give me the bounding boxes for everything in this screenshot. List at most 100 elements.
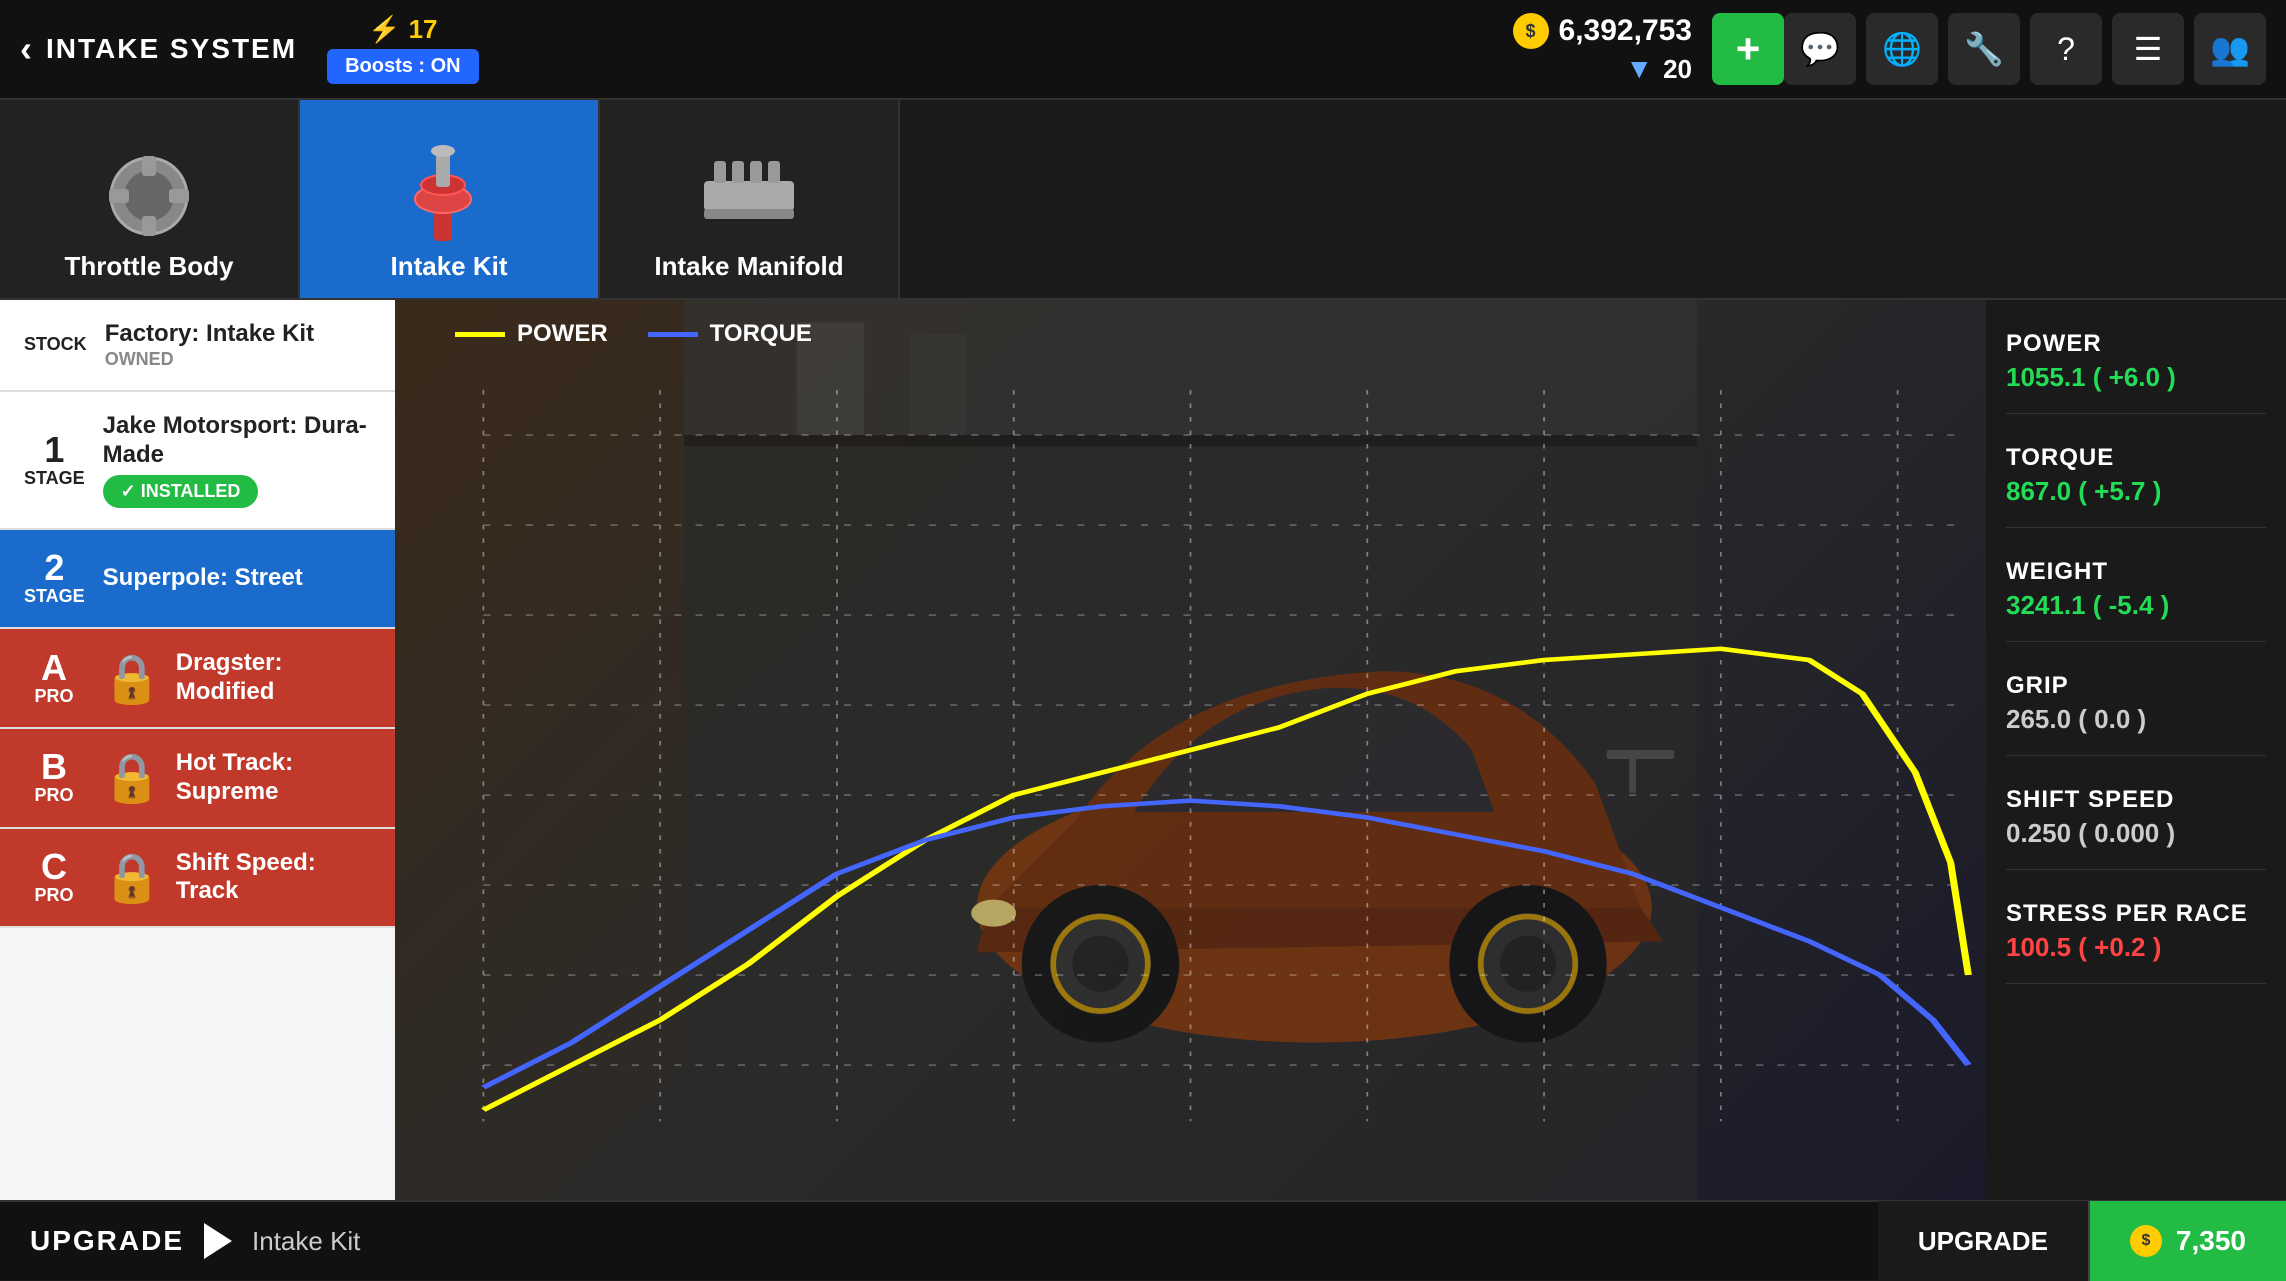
upgrade-list: STOCK Factory: Intake Kit OWNED 1 STAGE … [0, 300, 395, 1200]
upgrade-info-stage2: Superpole: Street [103, 564, 371, 593]
performance-chart [395, 300, 1986, 1200]
stage-badge-b: B PRO [24, 749, 84, 806]
plus-icon: + [1736, 25, 1761, 73]
stage-badge-stock: STOCK [24, 334, 87, 355]
menu-icon-btn[interactable]: ☰ [2112, 13, 2184, 85]
upgrade-label-section: UPGRADE Intake Kit [30, 1223, 360, 1259]
upgrade-item-stock[interactable]: STOCK Factory: Intake Kit OWNED [0, 300, 395, 392]
stage-badge-2: 2 STAGE [24, 550, 85, 607]
stat-stress: STRESS PER RACE 100.5 ( +0.2 ) [2006, 900, 2266, 984]
stat-stress-label: STRESS PER RACE [2006, 900, 2266, 928]
stat-torque: TORQUE 867.0 ( +5.7 ) [2006, 444, 2266, 528]
lightning-icon: ⚡ [368, 14, 400, 45]
lightning-count: ⚡ 17 [368, 14, 437, 45]
globe-icon-btn[interactable]: 🌐 [1866, 13, 1938, 85]
tab-throttle-body[interactable]: Throttle Body [0, 100, 300, 298]
tab-intake-kit-label: Intake Kit [390, 251, 507, 282]
lock-icon-c: 🔒 [102, 849, 162, 906]
gold-currency: $ 6,392,753 [1513, 13, 1692, 49]
upgrade-btn-label: UPGRADE [1878, 1201, 2090, 1281]
stage-badge-c: C PRO [24, 849, 84, 906]
add-button[interactable]: + [1712, 13, 1784, 85]
upgrade-name-stage2: Superpole: Street [103, 564, 371, 593]
page-title: INTAKE SYSTEM [46, 33, 297, 65]
stat-shift-speed-value: 0.250 ( 0.000 ) [2006, 818, 2266, 849]
diamond-amount: 20 [1663, 54, 1692, 85]
upgrade-name-pro-a: Dragster: Modified [176, 649, 371, 707]
upgrade-info-pro-b: Hot Track: Supreme [176, 749, 371, 807]
chart-legend: POWER TORQUE [455, 320, 812, 348]
upgrade-button-group: UPGRADE $ 7,350 [1878, 1201, 2286, 1281]
boost-section: ⚡ 17 Boosts : ON [327, 14, 479, 84]
back-button[interactable]: ‹ INTAKE SYSTEM [20, 28, 297, 70]
stat-power: POWER 1055.1 ( +6.0 ) [2006, 330, 2266, 414]
upgrade-name-pro-c: Shift Speed: Track [176, 849, 371, 907]
lock-icon-b: 🔒 [102, 749, 162, 806]
stat-grip-value: 265.0 ( 0.0 ) [2006, 704, 2266, 735]
upgrade-info-pro-c: Shift Speed: Track [176, 849, 371, 907]
stat-power-label: POWER [2006, 330, 2266, 358]
diamond-currency: ▼ 20 [1625, 53, 1692, 85]
upgrade-name-stage1: Jake Motorsport: Dura-Made [103, 412, 371, 470]
stat-weight: WEIGHT 3241.1 ( -5.4 ) [2006, 558, 2266, 642]
upgrade-item-pro-b[interactable]: B PRO 🔒 Hot Track: Supreme [0, 729, 395, 829]
upgrade-sub-stock: OWNED [105, 349, 371, 370]
stat-grip-label: GRIP [2006, 672, 2266, 700]
tab-intake-kit[interactable]: Intake Kit [300, 100, 600, 298]
intake-manifold-icon [694, 141, 804, 251]
top-bar: ‹ INTAKE SYSTEM ⚡ 17 Boosts : ON $ 6,392… [0, 0, 2286, 100]
top-nav-icons: 💬 🌐 🔧 ? ☰ 👥 [1784, 13, 2266, 85]
upgrade-item-stage1[interactable]: 1 STAGE Jake Motorsport: Dura-Made ✓ INS… [0, 392, 395, 531]
upgrade-info-stage1: Jake Motorsport: Dura-Made ✓ INSTALLED [103, 412, 371, 509]
stat-shift-speed-label: SHIFT SPEED [2006, 786, 2266, 814]
stat-shift-speed: SHIFT SPEED 0.250 ( 0.000 ) [2006, 786, 2266, 870]
wrench-icon-btn[interactable]: 🔧 [1948, 13, 2020, 85]
stage-badge-1: 1 STAGE [24, 432, 85, 489]
upgrade-item-pro-c[interactable]: C PRO 🔒 Shift Speed: Track [0, 829, 395, 929]
intake-kit-icon [394, 141, 504, 251]
question-icon-btn[interactable]: ? [2030, 13, 2102, 85]
torque-legend-label: TORQUE [710, 320, 812, 348]
lock-icon-a: 🔒 [102, 650, 162, 707]
upgrade-item-label: Intake Kit [252, 1226, 360, 1257]
stat-weight-label: WEIGHT [2006, 558, 2266, 586]
installed-badge: ✓ INSTALLED [103, 475, 259, 508]
stage-badge-a: A PRO [24, 650, 84, 707]
upgrade-cost-value: 7,350 [2176, 1225, 2246, 1257]
stat-power-value: 1055.1 ( +6.0 ) [2006, 362, 2266, 393]
tab-bar: Throttle Body Intake Kit Intake Manifold [0, 100, 2286, 300]
tab-throttle-body-label: Throttle Body [65, 251, 234, 282]
boost-badge[interactable]: Boosts : ON [327, 49, 479, 84]
stat-weight-value: 3241.1 ( -5.4 ) [2006, 590, 2266, 621]
upgrade-section-label: UPGRADE [30, 1225, 184, 1257]
stat-torque-value: 867.0 ( +5.7 ) [2006, 476, 2266, 507]
upgrade-name-pro-b: Hot Track: Supreme [176, 749, 371, 807]
play-icon [204, 1223, 232, 1259]
tab-intake-manifold-label: Intake Manifold [654, 251, 843, 282]
tab-intake-manifold[interactable]: Intake Manifold [600, 100, 900, 298]
stat-torque-label: TORQUE [2006, 444, 2266, 472]
upgrade-item-pro-a[interactable]: A PRO 🔒 Dragster: Modified [0, 629, 395, 729]
stats-panel: POWER 1055.1 ( +6.0 ) TORQUE 867.0 ( +5.… [1986, 300, 2286, 1200]
people-icon-btn[interactable]: 👥 [2194, 13, 2266, 85]
currency-section: $ 6,392,753 ▼ 20 [1513, 13, 1692, 85]
upgrade-name-stock: Factory: Intake Kit [105, 320, 371, 349]
gold-coin-icon: $ [1513, 13, 1549, 49]
upgrade-btn-cost[interactable]: $ 7,350 [2090, 1201, 2286, 1281]
stat-stress-value: 100.5 ( +0.2 ) [2006, 932, 2266, 963]
stat-grip: GRIP 265.0 ( 0.0 ) [2006, 672, 2266, 756]
legend-power: POWER [455, 320, 608, 348]
throttle-body-icon [94, 141, 204, 251]
back-arrow-icon: ‹ [20, 28, 34, 70]
chat-icon-btn[interactable]: 💬 [1784, 13, 1856, 85]
chart-area: POWER TORQUE [395, 300, 1986, 1200]
power-line-indicator [455, 332, 505, 337]
upgrade-item-stage2[interactable]: 2 STAGE Superpole: Street [0, 530, 395, 629]
bottom-bar: UPGRADE Intake Kit UPGRADE $ 7,350 [0, 1200, 2286, 1280]
upgrade-info-stock: Factory: Intake Kit OWNED [105, 320, 371, 370]
upgrade-info-pro-a: Dragster: Modified [176, 649, 371, 707]
gold-amount: 6,392,753 [1559, 14, 1692, 48]
cost-coin-icon: $ [2130, 1225, 2162, 1257]
legend-torque: TORQUE [648, 320, 812, 348]
diamond-icon: ▼ [1625, 53, 1653, 85]
